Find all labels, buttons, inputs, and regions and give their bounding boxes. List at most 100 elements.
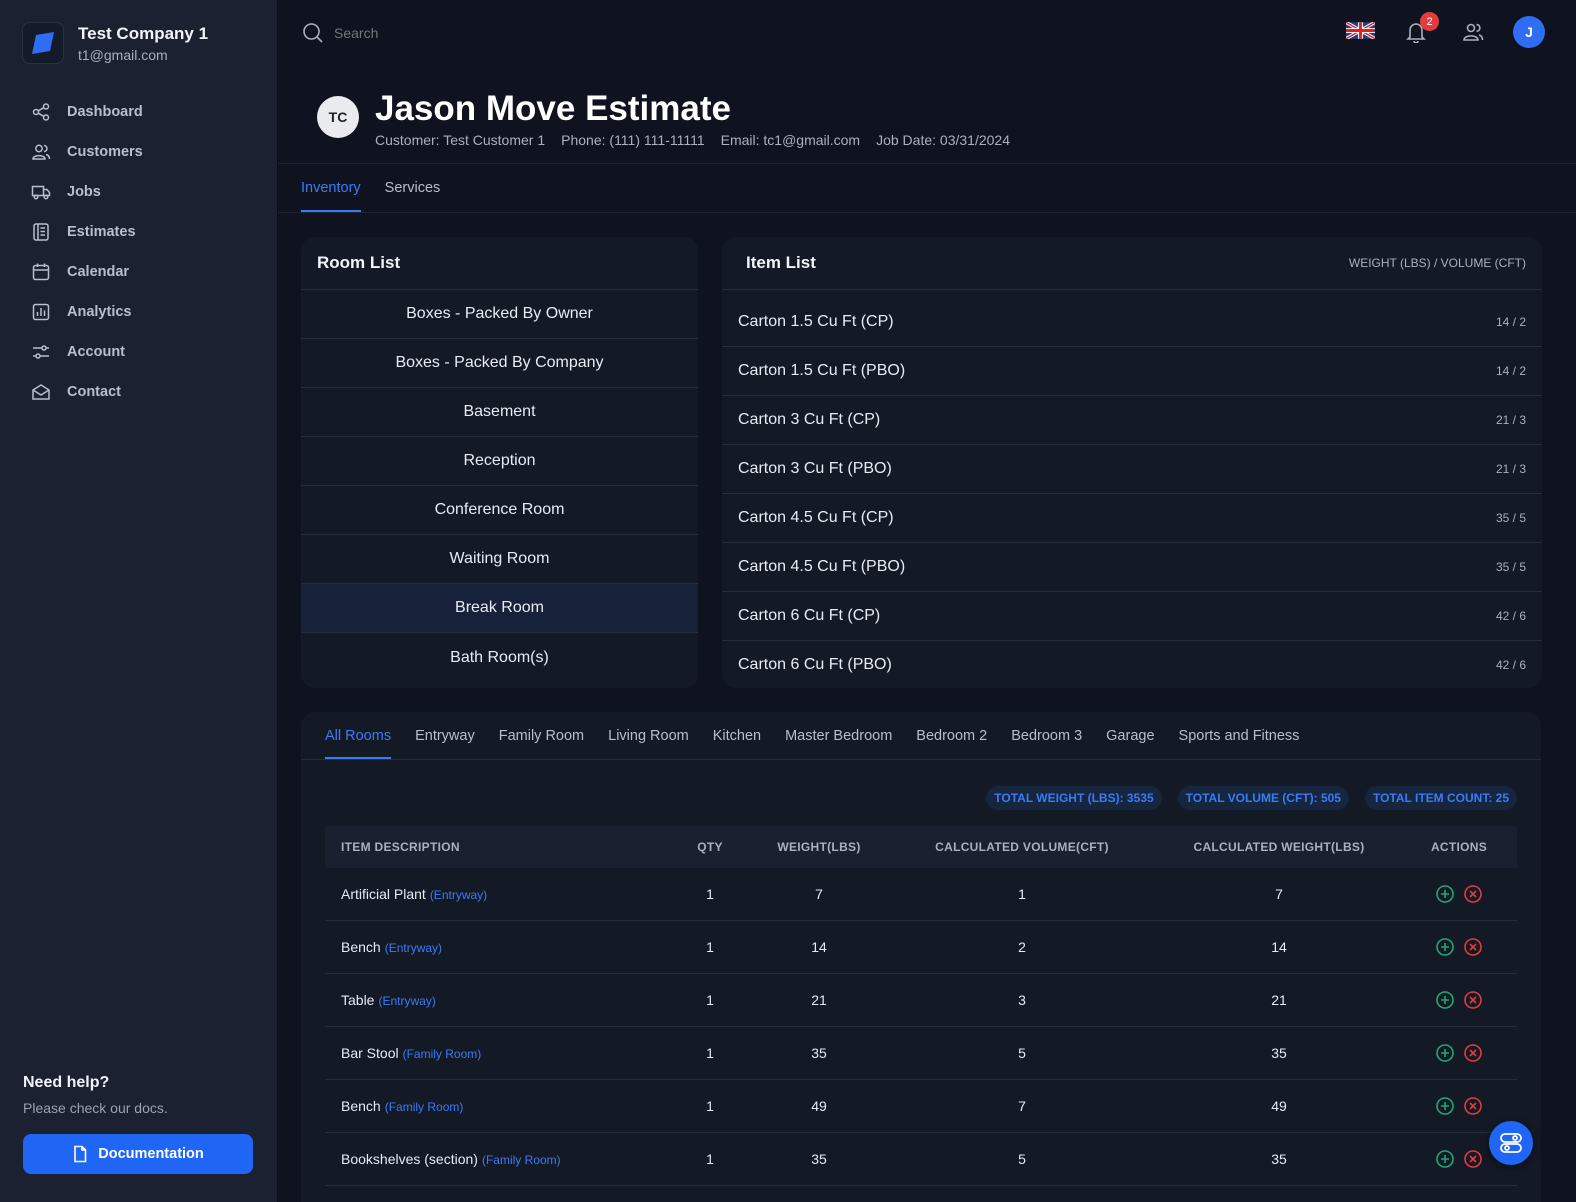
room-tab-bedroom-2[interactable]: Bedroom 2 [916, 712, 987, 759]
room-tab-all-rooms[interactable]: All Rooms [325, 712, 392, 759]
estimate-meta: Customer: Test Customer 1 Phone: (111) 1… [375, 132, 1010, 148]
sidebar-item-label: Dashboard [67, 104, 143, 120]
room-tab-master-bedroom[interactable]: Master Bedroom [785, 712, 892, 759]
sidebar-item-label: Contact [67, 384, 121, 400]
room-tabs: All Rooms Entryway Family Room Living Ro… [301, 712, 1541, 760]
sidebar-item-customers[interactable]: Customers [0, 132, 277, 172]
list-item[interactable]: Carton 3 Cu Ft (CP) 21 / 3 [722, 396, 1542, 445]
list-item[interactable]: Carton 6 Cu Ft (PBO) 42 / 6 [722, 641, 1542, 688]
tab-inventory[interactable]: Inventory [301, 164, 361, 212]
room-item[interactable]: Bath Room(s) [301, 633, 698, 682]
sidebar-item-account[interactable]: Account [0, 332, 277, 372]
sidebar-item-label: Account [67, 344, 125, 360]
item-calculated-weight: 14 [1271, 939, 1287, 955]
sidebar-item-calendar[interactable]: Calendar [0, 252, 277, 292]
room-tab-bedroom-3[interactable]: Bedroom 3 [1011, 712, 1082, 759]
documentation-button[interactable]: Documentation [23, 1134, 253, 1174]
sidebar-item-label: Analytics [67, 304, 132, 320]
col-weight: WEIGHT(LBS) [777, 840, 861, 854]
item-calculated-volume: 5 [1018, 1045, 1026, 1061]
total-count-badge: TOTAL ITEM COUNT: 25 [1364, 786, 1517, 810]
sidebar-item-jobs[interactable]: Jobs [0, 172, 277, 212]
room-item[interactable]: Waiting Room [301, 535, 698, 584]
notification-badge: 2 [1420, 12, 1439, 31]
room-item[interactable]: Reception [301, 437, 698, 486]
item-name: Carton 6 Cu Ft (CP) [738, 607, 881, 624]
item-qty: 1 [706, 992, 714, 1008]
remove-circle-icon[interactable] [1463, 990, 1483, 1010]
table-row: Table (Entryway) 1 21 3 21 [325, 974, 1517, 1027]
room-tab-entryway[interactable]: Entryway [415, 712, 475, 759]
avatar[interactable]: J [1513, 16, 1545, 48]
uk-flag-icon[interactable] [1346, 22, 1375, 39]
chart-icon [32, 303, 50, 321]
add-circle-icon[interactable] [1435, 990, 1455, 1010]
sidebar-item-analytics[interactable]: Analytics [0, 292, 277, 332]
tab-services[interactable]: Services [385, 164, 453, 212]
sidebar-nav: Dashboard Customers Jobs Estimates Calen… [0, 92, 277, 412]
item-room-tag: (Family Room) [481, 1153, 561, 1167]
room-item[interactable]: Boxes - Packed By Owner [301, 290, 698, 339]
item-weight-volume: 21 / 3 [1495, 413, 1526, 427]
item-name: Carton 1.5 Cu Ft (PBO) [738, 362, 906, 379]
toggles-icon [1500, 1133, 1522, 1153]
item-weight: 35 [811, 1045, 827, 1061]
totals-bar: TOTAL WEIGHT (LBS): 3535 TOTAL VOLUME (C… [301, 760, 1541, 810]
remove-circle-icon[interactable] [1463, 1149, 1483, 1169]
list-item[interactable]: Carton 4.5 Cu Ft (CP) 35 / 5 [722, 494, 1542, 543]
item-description: Bench [341, 939, 381, 955]
room-tab-family-room[interactable]: Family Room [499, 712, 584, 759]
item-name: Carton 3 Cu Ft (CP) [738, 411, 881, 428]
list-item[interactable]: Carton 3 Cu Ft (PBO) 21 / 3 [722, 445, 1542, 494]
remove-circle-icon[interactable] [1463, 1096, 1483, 1116]
item-calculated-volume: 3 [1018, 992, 1026, 1008]
item-list-title: Item List [746, 253, 816, 272]
item-weight-volume: 35 / 5 [1495, 560, 1526, 574]
item-weight: 7 [815, 886, 823, 902]
item-qty: 1 [706, 886, 714, 902]
brand[interactable]: Test Company 1 t1@gmail.com [0, 0, 277, 64]
add-circle-icon[interactable] [1435, 1149, 1455, 1169]
company-name: Test Company 1 [78, 23, 209, 43]
list-item[interactable]: Carton 6 Cu Ft (CP) 42 / 6 [722, 592, 1542, 641]
sidebar-item-label: Estimates [67, 224, 136, 240]
item-weight: 21 [811, 992, 827, 1008]
customer-email: Email: tc1@gmail.com [720, 132, 861, 148]
remove-circle-icon[interactable] [1463, 1043, 1483, 1063]
room-tab-kitchen[interactable]: Kitchen [713, 712, 761, 759]
settings-fab-button[interactable] [1489, 1121, 1533, 1165]
sidebar-item-estimates[interactable]: Estimates [0, 212, 277, 252]
sidebar-item-dashboard[interactable]: Dashboard [0, 92, 277, 132]
company-email: t1@gmail.com [78, 46, 168, 63]
users-icon [32, 144, 51, 160]
room-tab-sports-fitness[interactable]: Sports and Fitness [1179, 712, 1300, 759]
list-item[interactable]: Carton 1.5 Cu Ft (CP) 14 / 2 [722, 298, 1542, 347]
col-actions: ACTIONS [1430, 840, 1488, 854]
add-circle-icon[interactable] [1435, 884, 1455, 904]
add-circle-icon[interactable] [1435, 937, 1455, 957]
item-weight: 35 [811, 1151, 827, 1167]
estimate-header: TC Jason Move Estimate Customer: Test Cu… [278, 64, 1576, 164]
table-row: Bench (Family Room) 1 49 7 49 [325, 1080, 1517, 1133]
search-input[interactable] [334, 22, 534, 44]
remove-circle-icon[interactable] [1463, 937, 1483, 957]
room-item-selected[interactable]: Break Room [301, 584, 698, 633]
room-item[interactable]: Basement [301, 388, 698, 437]
users-icon[interactable] [1462, 21, 1484, 43]
help-subtitle: Please check our docs. [23, 1100, 168, 1116]
list-item[interactable]: Carton 1.5 Cu Ft (PBO) 14 / 2 [722, 347, 1542, 396]
item-list-units: WEIGHT (LBS) / VOLUME (CFT) [1348, 256, 1526, 270]
room-tab-garage[interactable]: Garage [1106, 712, 1154, 759]
room-item[interactable]: Conference Room [301, 486, 698, 535]
room-item[interactable]: Boxes - Packed By Company [301, 339, 698, 388]
documentation-label: Documentation [98, 1146, 204, 1162]
list-item[interactable]: Carton 4.5 Cu Ft (PBO) 35 / 5 [722, 543, 1542, 592]
room-tab-living-room[interactable]: Living Room [608, 712, 689, 759]
add-circle-icon[interactable] [1435, 1096, 1455, 1116]
remove-circle-icon[interactable] [1463, 884, 1483, 904]
item-list-panel: Item List WEIGHT (LBS) / VOLUME (CFT) Ca… [722, 237, 1542, 688]
item-room-tag: (Entryway) [378, 994, 436, 1008]
add-circle-icon[interactable] [1435, 1043, 1455, 1063]
sidebar-item-contact[interactable]: Contact [0, 372, 277, 412]
item-calculated-weight: 49 [1271, 1098, 1287, 1114]
